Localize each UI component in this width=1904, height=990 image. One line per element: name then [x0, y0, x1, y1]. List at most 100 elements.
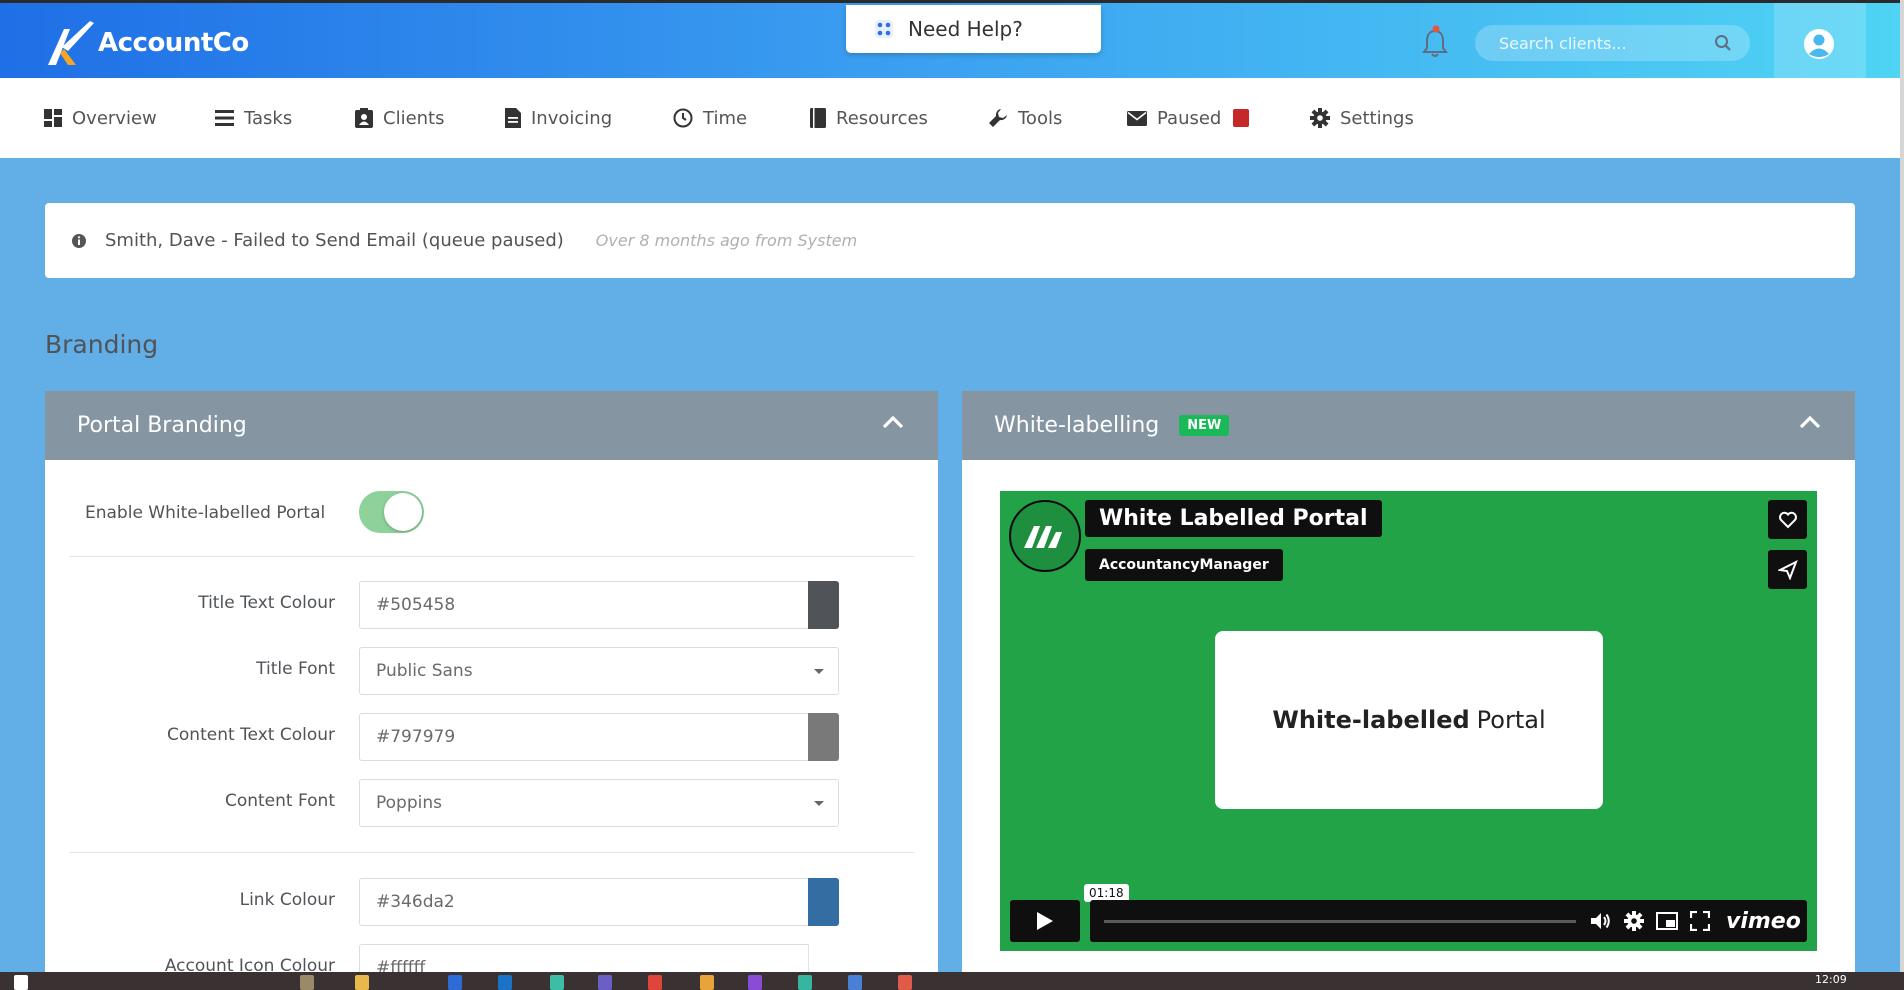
video-title-card: White-labelled Portal [1215, 631, 1603, 809]
enable-portal-row: Enable White-labelled Portal [45, 491, 938, 539]
title-font-label: Title Font [256, 659, 335, 679]
app-icon[interactable] [898, 975, 912, 990]
nav-label: Time [703, 107, 748, 129]
window-scrollbar[interactable] [1900, 0, 1904, 990]
content-font-label: Content Font [224, 791, 335, 811]
nav-item-resources[interactable]: Resources [810, 78, 928, 158]
app-icon[interactable] [848, 975, 862, 990]
video-title[interactable]: White Labelled Portal [1085, 500, 1382, 537]
heart-icon [1778, 511, 1797, 528]
white-labelling-panel: White-labelling NEW White Labelled Porta… [962, 391, 1855, 990]
notification-alert[interactable]: Smith, Dave - Failed to Send Email (queu… [45, 203, 1855, 278]
fullscreen-icon[interactable] [1690, 911, 1710, 931]
white-labelling-header[interactable]: White-labelling NEW [962, 391, 1855, 460]
nav-item-tasks[interactable]: Tasks [215, 78, 292, 158]
progress-track[interactable] [1104, 920, 1576, 923]
book-icon [810, 108, 826, 128]
search-input[interactable] [1499, 33, 1709, 53]
title-font-select[interactable]: Public Sans [359, 647, 839, 695]
app-icon[interactable] [700, 975, 714, 990]
enable-portal-label: Enable White-labelled Portal [85, 503, 326, 523]
client-search[interactable] [1475, 25, 1750, 61]
outlook-icon[interactable] [498, 975, 512, 990]
player-icons: vimeo [1590, 900, 1801, 942]
nav-label: Paused [1157, 107, 1222, 129]
picture-in-picture-icon[interactable] [1656, 912, 1678, 930]
card-text: Portal [1476, 706, 1546, 734]
volume-icon[interactable] [1590, 911, 1612, 931]
nav-item-time[interactable]: Time [673, 78, 747, 158]
notification-bell-icon[interactable] [1420, 25, 1450, 59]
vimeo-logo[interactable]: vimeo [1726, 909, 1801, 934]
dropdown-caret-icon [814, 801, 824, 806]
user-avatar-icon [1804, 29, 1834, 59]
nav-label: Invoicing [531, 107, 613, 129]
nav-item-clients[interactable]: Clients [355, 78, 445, 158]
brand-logo[interactable]: AccountCo [42, 17, 249, 69]
alert-message: Smith, Dave - Failed to Send Email (queu… [105, 230, 564, 251]
nav-label: Settings [1340, 107, 1414, 129]
app-icon[interactable] [748, 975, 762, 990]
nav-item-tools[interactable]: Tools [988, 78, 1062, 158]
app-icon[interactable] [798, 975, 812, 990]
title-font-value: Public Sans [376, 661, 473, 681]
system-clock[interactable]: 12:09 [1815, 973, 1847, 986]
channel-avatar[interactable] [1009, 500, 1081, 572]
content-colour-value: #797979 [376, 727, 456, 747]
title-colour-swatch[interactable] [808, 581, 839, 629]
content-font-select[interactable]: Poppins [359, 779, 839, 827]
nav-item-paused[interactable]: Paused [1127, 78, 1250, 158]
settings-gear-icon[interactable] [1624, 911, 1644, 931]
title-colour-label: Title Text Colour [198, 593, 335, 613]
play-icon [1037, 912, 1053, 930]
panel-title: White-labelling [994, 413, 1160, 438]
link-colour-label: Link Colour [239, 890, 335, 910]
os-taskbar: 12:09 [0, 972, 1904, 990]
share-button[interactable] [1768, 550, 1807, 589]
form-divider [69, 556, 914, 557]
page-title: Branding [45, 330, 159, 359]
channel-logo-icon [1024, 526, 1062, 548]
gear-icon [1310, 108, 1330, 128]
need-help-button[interactable]: Need Help? [846, 5, 1101, 53]
nav-label: Overview [72, 107, 157, 129]
nav-label: Resources [836, 107, 928, 129]
chevron-up-icon[interactable] [882, 415, 904, 429]
video-control-bar: vimeo [1090, 900, 1807, 942]
account-menu-button[interactable] [1774, 3, 1866, 81]
nav-item-invoicing[interactable]: Invoicing [505, 78, 612, 158]
nav-item-settings[interactable]: Settings [1310, 78, 1414, 158]
app-icon[interactable] [300, 975, 314, 990]
top-header: AccountCo Need Help? [0, 0, 1904, 81]
content-colour-input[interactable]: #797979 [359, 713, 839, 761]
app-icon[interactable] [550, 975, 564, 990]
portal-branding-panel: Portal Branding Enable White-labelled Po… [45, 391, 938, 990]
calendar-icon[interactable] [448, 975, 462, 990]
title-colour-input[interactable]: #505458 [359, 581, 839, 629]
need-help-label: Need Help? [908, 17, 1023, 41]
search-icon[interactable] [1714, 34, 1732, 52]
help-widget-icon [875, 20, 893, 38]
alert-timestamp: Over 8 months ago from System [595, 231, 858, 250]
like-button[interactable] [1768, 500, 1807, 539]
play-button[interactable] [1010, 900, 1080, 942]
clients-icon [355, 108, 373, 128]
start-icon[interactable] [14, 975, 28, 990]
video-controls: vimeo [1010, 900, 1807, 942]
enable-portal-toggle[interactable] [359, 491, 424, 533]
link-colour-input[interactable]: #346da2 [359, 878, 839, 926]
chevron-up-icon[interactable] [1799, 415, 1821, 429]
nav-label: Tasks [244, 107, 293, 129]
folder-icon[interactable] [355, 975, 369, 990]
portal-branding-header[interactable]: Portal Branding [45, 391, 938, 460]
content-colour-swatch[interactable] [808, 713, 839, 761]
chrome-icon[interactable] [648, 975, 662, 990]
link-colour-swatch[interactable] [808, 878, 839, 926]
video-player[interactable]: White Labelled Portal AccountancyManager… [1000, 491, 1817, 951]
link-colour-value: #346da2 [376, 892, 455, 912]
video-byline[interactable]: AccountancyManager [1085, 549, 1283, 581]
nav-item-overview[interactable]: Overview [44, 78, 157, 158]
title-colour-value: #505458 [376, 595, 456, 615]
send-icon [1777, 559, 1798, 580]
teams-icon[interactable] [598, 975, 612, 990]
